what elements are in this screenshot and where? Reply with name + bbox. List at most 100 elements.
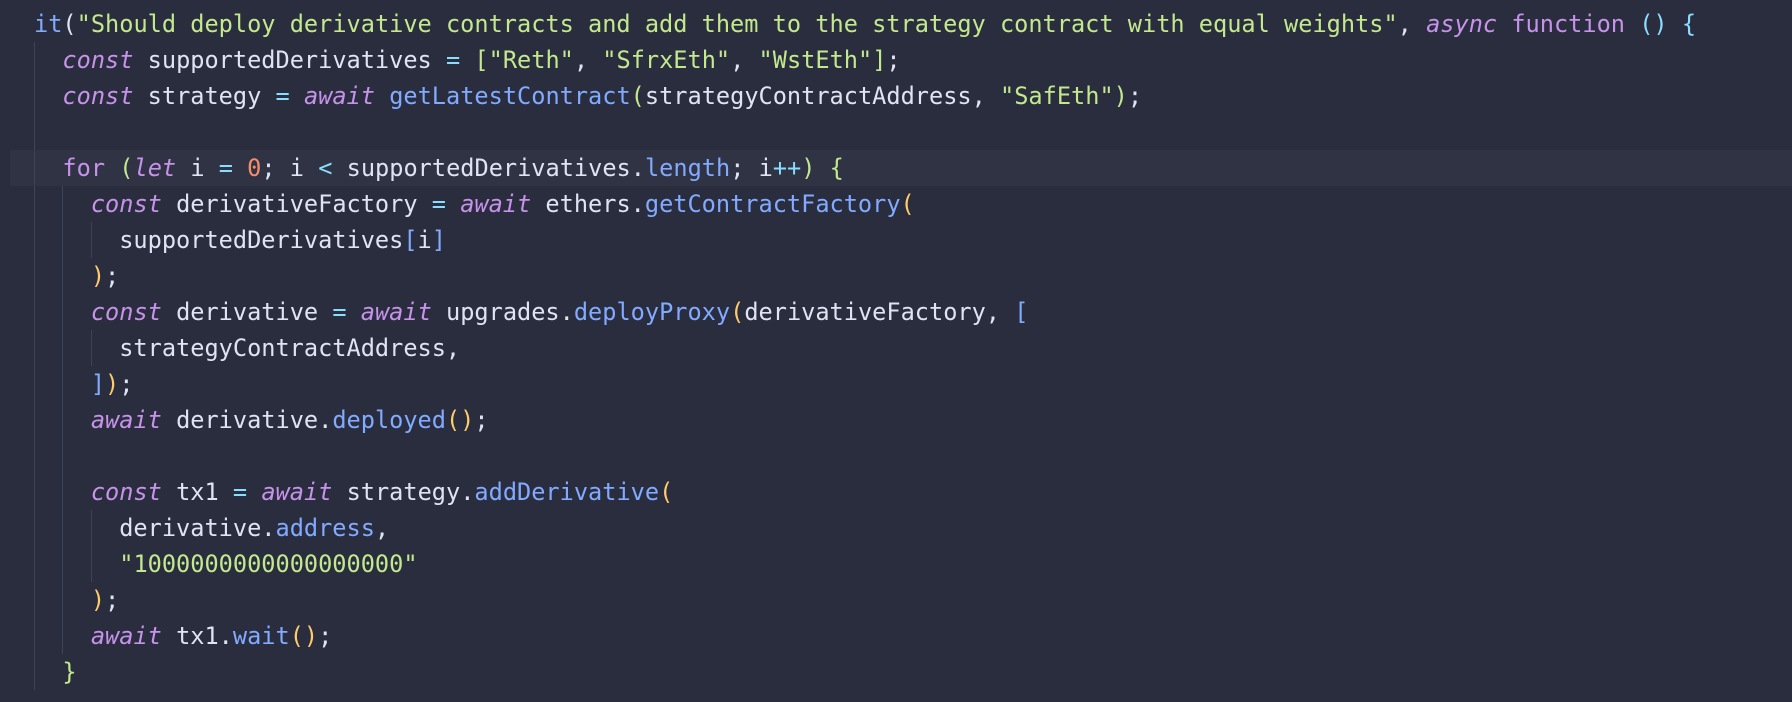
code-token: await bbox=[261, 478, 333, 506]
code-token: derivative. bbox=[161, 406, 333, 434]
code-line-15[interactable]: derivative.address, bbox=[0, 510, 1792, 546]
code-token: strategy. bbox=[332, 478, 475, 506]
code-token: ; bbox=[1127, 82, 1143, 110]
code-token: ethers. bbox=[531, 190, 645, 218]
code-token: ) bbox=[801, 154, 816, 182]
code-token: ) bbox=[90, 586, 106, 614]
code-token: ] bbox=[90, 370, 106, 398]
code-line-3[interactable]: const strategy = await getLatestContract… bbox=[0, 78, 1792, 114]
code-token: await bbox=[303, 82, 375, 110]
code-line-1[interactable]: it("Should deploy derivative contracts a… bbox=[0, 6, 1792, 42]
indent-guide bbox=[90, 330, 92, 366]
code-line-4[interactable] bbox=[0, 114, 1792, 150]
code-token: ++ bbox=[772, 154, 802, 182]
code-token: { bbox=[1681, 10, 1697, 38]
code-token: derivativeFactory, bbox=[744, 298, 1015, 326]
code-token: ( bbox=[900, 190, 915, 218]
code-text: const derivative = await upgrades.deploy… bbox=[0, 294, 1029, 330]
code-line-6[interactable]: const derivativeFactory = await ethers.g… bbox=[0, 186, 1792, 222]
code-token: ; i bbox=[261, 154, 319, 182]
code-token: "WstEth" bbox=[758, 46, 873, 74]
code-line-12[interactable]: await derivative.deployed(); bbox=[0, 402, 1792, 438]
code-token: await bbox=[360, 298, 432, 326]
code-token: ] bbox=[872, 46, 887, 74]
code-token: ; bbox=[105, 262, 120, 290]
code-token: it bbox=[34, 10, 63, 38]
code-token: ; bbox=[119, 370, 134, 398]
code-token: = bbox=[431, 190, 446, 218]
code-text: await derivative.deployed(); bbox=[0, 402, 489, 438]
code-line-8[interactable]: ); bbox=[0, 258, 1792, 294]
code-line-16[interactable]: "1000000000000000000" bbox=[0, 546, 1792, 582]
code-editor[interactable]: it("Should deploy derivative contracts a… bbox=[0, 0, 1792, 702]
code-token: ; i bbox=[730, 154, 773, 182]
code-line-13[interactable] bbox=[0, 438, 1792, 474]
code-token: i bbox=[176, 154, 219, 182]
code-token: strategyContractAddress, bbox=[644, 82, 1001, 110]
code-token: ( bbox=[119, 154, 134, 182]
code-text: const tx1 = await strategy.addDerivative… bbox=[0, 474, 673, 510]
code-text: it("Should deploy derivative contracts a… bbox=[0, 6, 1696, 42]
code-line-19[interactable]: } bbox=[0, 654, 1792, 690]
code-text: ]); bbox=[0, 366, 134, 402]
code-token: } bbox=[62, 658, 77, 686]
code-token: i bbox=[417, 226, 432, 254]
code-line-11[interactable]: ]); bbox=[0, 366, 1792, 402]
code-text: await tx1.wait(); bbox=[0, 618, 333, 654]
code-token: wait bbox=[232, 622, 290, 650]
code-token: "Reth" bbox=[488, 46, 574, 74]
code-token: await bbox=[90, 622, 162, 650]
code-token: derivative. bbox=[34, 514, 276, 542]
code-token: let bbox=[133, 154, 177, 182]
code-token: , bbox=[573, 46, 603, 74]
code-line-14[interactable]: const tx1 = await strategy.addDerivative… bbox=[0, 474, 1792, 510]
code-token: const bbox=[90, 478, 162, 506]
code-text: const strategy = await getLatestContract… bbox=[0, 78, 1142, 114]
code-token: for bbox=[62, 154, 106, 182]
code-token: , bbox=[374, 514, 390, 542]
code-token: supportedDerivatives bbox=[133, 46, 446, 74]
code-token: length bbox=[644, 154, 731, 182]
code-token: , bbox=[1397, 10, 1427, 38]
code-line-17[interactable]: ); bbox=[0, 582, 1792, 618]
code-token: () bbox=[445, 406, 475, 434]
code-text: } bbox=[0, 654, 77, 690]
code-token: async bbox=[1426, 10, 1498, 38]
code-token: { bbox=[829, 154, 844, 182]
code-token: addDerivative bbox=[474, 478, 660, 506]
code-token: ; bbox=[318, 622, 333, 650]
code-token: < bbox=[318, 154, 333, 182]
code-line-2[interactable]: const supportedDerivatives = ["Reth", "S… bbox=[0, 42, 1792, 78]
code-token: "SafEth" bbox=[1000, 82, 1114, 110]
code-text: const supportedDerivatives = ["Reth", "S… bbox=[0, 42, 900, 78]
code-token: "1000000000000000000" bbox=[119, 550, 418, 578]
code-token: ( bbox=[659, 478, 674, 506]
code-token: const bbox=[90, 190, 162, 218]
code-token: strategy bbox=[133, 82, 276, 110]
code-token: ) bbox=[1113, 82, 1128, 110]
code-token: function bbox=[1511, 10, 1625, 38]
code-token: = bbox=[445, 46, 461, 74]
code-line-9[interactable]: const derivative = await upgrades.deploy… bbox=[0, 294, 1792, 330]
code-token: supportedDerivatives. bbox=[332, 154, 645, 182]
code-line-10[interactable]: strategyContractAddress, bbox=[0, 330, 1792, 366]
code-line-18[interactable]: await tx1.wait(); bbox=[0, 618, 1792, 654]
code-token: ; bbox=[474, 406, 489, 434]
code-line-5[interactable]: for (let i = 0; i < supportedDerivatives… bbox=[10, 150, 1792, 186]
code-token: ) bbox=[90, 262, 106, 290]
code-text: supportedDerivatives[i] bbox=[0, 222, 446, 258]
code-token: = bbox=[332, 298, 347, 326]
indent-guide bbox=[90, 510, 92, 582]
code-line-7[interactable]: supportedDerivatives[i] bbox=[0, 222, 1792, 258]
